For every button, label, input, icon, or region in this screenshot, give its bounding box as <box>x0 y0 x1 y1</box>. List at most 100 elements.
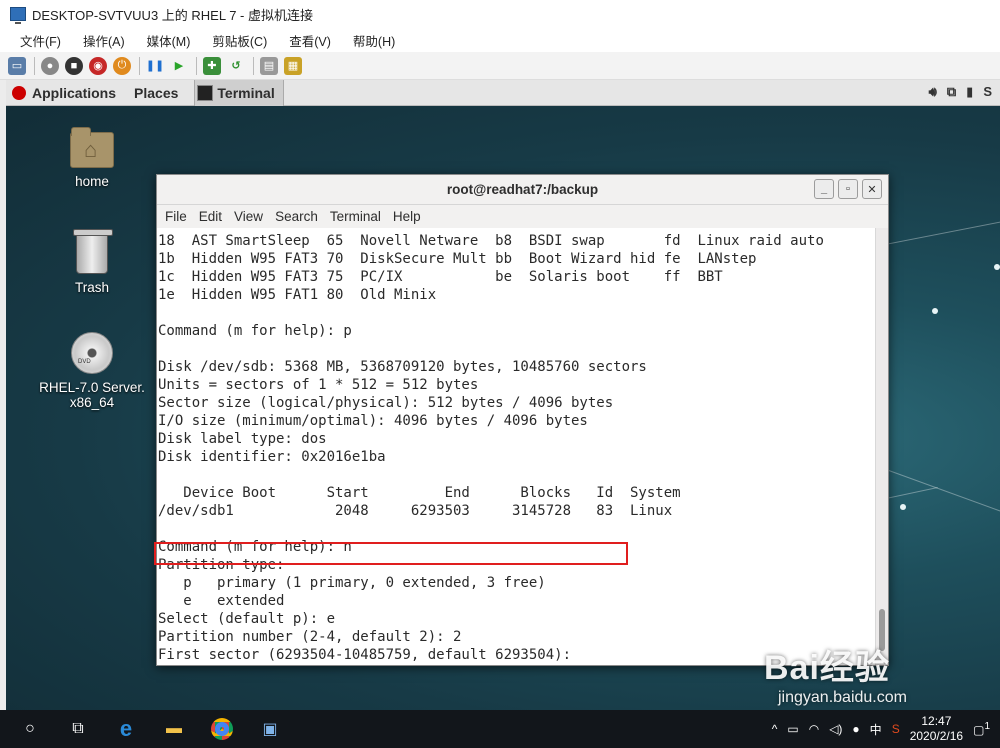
terminal-line: Command (m for help): n <box>158 539 352 555</box>
terminal-line: 1c Hidden W95 FAT3 75 PC/IX be Solaris b… <box>158 269 723 285</box>
terminal-line: 18 AST SmartSleep 65 Novell Netware b8 B… <box>158 233 824 249</box>
terminal-icon <box>197 84 214 101</box>
terminal-menu-bar: File Edit View Search Terminal Help <box>157 205 888 227</box>
vm-menu-bar: 文件(F) 操作(A) 媒体(M) 剪贴板(C) 查看(V) 帮助(H) <box>0 28 1000 52</box>
places-menu[interactable]: Places <box>134 85 178 101</box>
trash-icon <box>73 229 113 274</box>
notification-count: 1 <box>984 721 990 732</box>
terminal-output[interactable]: 18 AST SmartSleep 65 Novell Netware b8 B… <box>157 228 875 665</box>
revert-icon[interactable]: ↺ <box>227 57 245 75</box>
notification-icon[interactable]: ▢1 <box>973 721 990 737</box>
wifi-icon[interactable]: ◠ <box>809 722 819 736</box>
desktop-icon-dvd[interactable]: RHEL-7.0 Server. x86_64 <box>32 332 152 410</box>
system-tray: ^ ▭ ◠ ◁) ● 中 S 12:47 2020/2/16 ▢1 <box>772 710 1000 748</box>
terminal-line: Command (m for help): p <box>158 323 352 339</box>
task-view-icon[interactable]: ⧉ <box>54 710 102 748</box>
shut-down-icon[interactable]: ◉ <box>89 56 107 75</box>
clock[interactable]: 12:47 2020/2/16 <box>910 714 963 744</box>
desktop-icon-label-line1: RHEL-7.0 Server. <box>39 380 145 395</box>
toolbar-separator <box>139 56 140 75</box>
term-menu-file[interactable]: File <box>163 209 189 224</box>
minimize-button[interactable]: _ <box>814 179 834 199</box>
terminal-line: 1b Hidden W95 FAT3 70 DiskSecure Mult bb… <box>158 251 757 267</box>
close-button[interactable]: ✕ <box>862 179 882 199</box>
maximize-button[interactable]: ▫ <box>838 179 858 199</box>
clock-time: 12:47 <box>921 714 952 728</box>
terminal-title-bar[interactable]: root@readhat7:/backup _ ▫ ✕ <box>157 175 888 205</box>
start-icon[interactable]: ● <box>41 56 59 75</box>
terminal-line: p primary (1 primary, 0 extended, 3 free… <box>158 575 546 591</box>
edge-icon[interactable]: e <box>102 710 150 748</box>
volume-icon[interactable]: ◁) <box>829 722 842 736</box>
menu-media[interactable]: 媒体(M) <box>147 31 191 50</box>
enhanced-session-icon[interactable]: ▤ <box>260 56 278 75</box>
window-controls: _ ▫ ✕ <box>814 179 882 199</box>
desktop-icon-home[interactable]: home <box>32 127 152 189</box>
windows-taskbar: ○ ⧉ e ▬ ▣ ^ ▭ ◠ ◁) ● 中 S 12:47 2020/2/16… <box>0 710 1000 748</box>
resume-icon[interactable]: ▶ <box>170 57 188 75</box>
term-menu-help[interactable]: Help <box>391 209 423 224</box>
menu-view[interactable]: 查看(V) <box>289 31 331 50</box>
terminal-line: e extended <box>158 593 285 609</box>
chevron-up-icon[interactable]: ^ <box>772 722 778 736</box>
checkpoint-icon[interactable]: ✚ <box>203 56 221 75</box>
menu-file[interactable]: 文件(F) <box>20 31 61 50</box>
battery-icon[interactable]: ▮ <box>966 84 973 100</box>
terminal-window: root@readhat7:/backup _ ▫ ✕ File Edit Vi… <box>156 174 889 666</box>
wallpaper-dot <box>994 264 1000 270</box>
file-explorer-icon[interactable]: ▬ <box>150 710 198 748</box>
terminal-scrollbar[interactable] <box>875 228 888 665</box>
turn-off-icon[interactable]: ■ <box>65 56 83 75</box>
desktop-icon-label: home <box>75 174 109 189</box>
ctrl-alt-del-icon[interactable]: ▭ <box>8 56 26 75</box>
clock-date: 2020/2/16 <box>909 729 964 743</box>
guest-screen: Applications Places Terminal 🔊︎ ⧉ ▮ S ho… <box>6 80 1000 710</box>
term-menu-view[interactable]: View <box>232 209 265 224</box>
app-tray-icon[interactable]: ● <box>852 722 859 736</box>
term-menu-search[interactable]: Search <box>273 209 320 224</box>
network-icon[interactable]: ⧉ <box>947 84 956 100</box>
terminal-line: Partition type: <box>158 557 285 573</box>
toolbar-separator <box>34 56 35 75</box>
terminal-line: Disk label type: dos <box>158 431 327 447</box>
terminal-line: Disk identifier: 0x2016e1ba <box>158 449 386 465</box>
wallpaper-dot <box>900 504 906 510</box>
terminal-line: 1e Hidden W95 FAT1 80 Old Minix <box>158 287 437 303</box>
terminal-line: I/O size (minimum/optimal): 4096 bytes /… <box>158 413 588 429</box>
menu-help[interactable]: 帮助(H) <box>353 31 395 50</box>
chrome-icon[interactable] <box>198 710 246 748</box>
pause-icon[interactable]: ❚❚ <box>146 57 164 75</box>
terminal-task-label: Terminal <box>217 84 275 101</box>
menu-clipboard[interactable]: 剪贴板(C) <box>212 31 267 50</box>
applications-menu[interactable]: Applications <box>12 85 116 101</box>
gnome-tray: 🔊︎ ⧉ ▮ S <box>929 84 992 100</box>
battery-icon[interactable]: ▭ <box>787 722 798 736</box>
user-menu[interactable]: S <box>983 84 992 100</box>
terminal-line: Disk /dev/sdb: 5368 MB, 5368709120 bytes… <box>158 359 647 375</box>
cortana-circle-icon[interactable]: ○ <box>6 710 54 748</box>
save-icon[interactable]: ⏻ <box>113 56 131 75</box>
desktop-icon-label-line2: x86_64 <box>69 395 115 410</box>
gnome-top-panel: Applications Places Terminal 🔊︎ ⧉ ▮ S <box>6 80 1000 106</box>
term-menu-terminal[interactable]: Terminal <box>328 209 383 224</box>
desktop-icon-trash[interactable]: Trash <box>32 229 152 295</box>
sogou-icon[interactable]: S <box>892 722 900 736</box>
terminal-task-button[interactable]: Terminal <box>194 80 284 106</box>
desktop-icon-label: Trash <box>74 280 109 295</box>
term-menu-edit[interactable]: Edit <box>197 209 224 224</box>
vm-connection-icon <box>10 7 26 24</box>
terminal-line: Select (default p): e <box>158 611 336 627</box>
share-icon[interactable]: ▦ <box>284 56 302 75</box>
ime-indicator[interactable]: 中 <box>870 721 882 738</box>
hyper-v-icon[interactable]: ▣ <box>246 710 294 748</box>
menu-action[interactable]: 操作(A) <box>83 31 125 50</box>
terminal-line: Sector size (logical/physical): 512 byte… <box>158 395 614 411</box>
terminal-line: Device Boot Start End Blocks Id System <box>158 485 681 501</box>
volume-icon[interactable]: 🔊︎ <box>929 84 937 100</box>
vm-title-bar: DESKTOP-SVTVUU3 上的 RHEL 7 - 虚拟机连接 <box>0 0 1000 28</box>
vm-toolbar: ▭ ● ■ ◉ ⏻ ❚❚ ▶ ✚ ↺ ▤ ▦ <box>0 52 1000 80</box>
